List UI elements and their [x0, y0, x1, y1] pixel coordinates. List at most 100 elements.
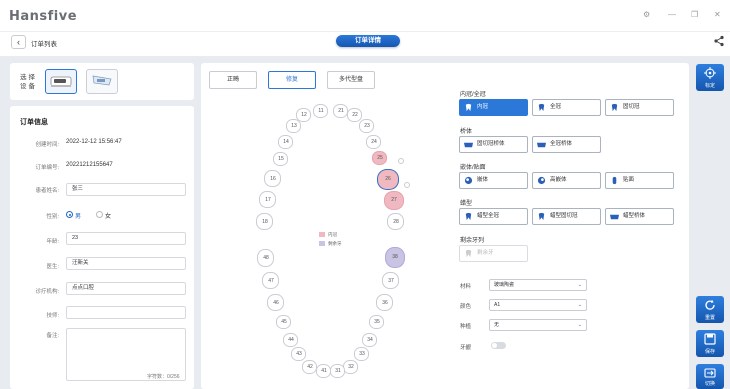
order-info-title: 订单信息 — [20, 119, 48, 126]
type-wax-bridge-button[interactable]: 蜡型桥体 — [605, 208, 674, 225]
implant-select[interactable]: 无 ⌄ — [489, 319, 587, 331]
tooth-17[interactable]: 17 — [259, 191, 276, 208]
tooth-14[interactable]: 14 — [278, 135, 293, 149]
type-veneer-button[interactable]: 贴面 — [605, 172, 674, 189]
tooth-icon — [465, 103, 472, 112]
save-button[interactable]: 保存 — [696, 330, 724, 357]
save-icon — [704, 333, 716, 345]
gum-toggle[interactable] — [491, 342, 506, 349]
tooth-44[interactable]: 44 — [283, 333, 298, 347]
bridge-icon — [464, 142, 473, 148]
mode-restoration-button[interactable]: 修复 — [268, 71, 316, 89]
target-icon — [704, 67, 716, 79]
tooth-31[interactable]: 31 — [330, 364, 345, 378]
type-inlay-button[interactable]: 嵌体 — [459, 172, 528, 189]
doctor-label: 医生: — [46, 264, 59, 270]
tooth-33[interactable]: 33 — [354, 347, 369, 361]
type-fixed-bridge-button[interactable]: 固切冠桥体 — [459, 136, 528, 153]
veneer-group-title: 嵌体/贴面 — [460, 165, 486, 171]
crown-group-title: 内冠/全冠 — [460, 92, 486, 98]
settings-icon[interactable]: ⚙ — [643, 11, 650, 19]
color-select[interactable]: A1 ⌄ — [489, 299, 587, 311]
type-wax-fixed-crown-button[interactable]: 蜡型固切冠 — [532, 208, 601, 225]
connector-dot[interactable] — [404, 182, 410, 188]
tooth-48[interactable]: 48 — [257, 249, 274, 267]
back-button[interactable]: ‹ — [11, 35, 26, 49]
back-label: 订单列表 — [31, 41, 57, 48]
created-value: 2022-12-12 15:56:47 — [66, 139, 122, 145]
switch-button[interactable]: 切换 — [696, 364, 724, 389]
scanner-alt-icon — [92, 75, 112, 86]
patient-name-input[interactable]: 张三 — [66, 183, 186, 196]
wax-icon — [465, 212, 472, 221]
implant-label: 种植 — [460, 324, 472, 330]
tooth-15[interactable]: 15 — [273, 152, 288, 166]
chevron-down-icon: ⌄ — [577, 302, 582, 308]
technician-input[interactable] — [66, 306, 186, 319]
tooth-16[interactable]: 16 — [264, 170, 281, 187]
tooth-46[interactable]: 46 — [267, 294, 284, 311]
type-full-crown-button[interactable]: 全冠 — [532, 99, 601, 116]
remain-group-title: 剩余牙列 — [460, 238, 485, 244]
tooth-11[interactable]: 11 — [313, 104, 328, 118]
title-bar — [0, 0, 730, 32]
tooth-26[interactable]: 26 — [377, 169, 399, 190]
type-full-bridge-button[interactable]: 全冠桥体 — [532, 136, 601, 153]
type-remaining-teeth-button[interactable]: 剩余牙 — [459, 245, 528, 262]
calibrate-button[interactable]: 标定 — [696, 64, 724, 91]
tooth-34[interactable]: 34 — [362, 333, 377, 347]
tooth-13[interactable]: 13 — [286, 119, 301, 133]
chevron-down-icon: ⌄ — [577, 322, 582, 328]
bridge-icon — [537, 142, 546, 148]
refresh-icon — [705, 299, 715, 310]
material-select[interactable]: 玻璃陶瓷 ⌄ — [489, 279, 587, 291]
mode-orthodontic-button[interactable]: 正畸 — [209, 71, 257, 89]
bridge-group-title: 桥体 — [460, 129, 473, 135]
type-onlay-button[interactable]: 高嵌体 — [532, 172, 601, 189]
connector-dot[interactable] — [398, 158, 404, 164]
tooth-24[interactable]: 24 — [366, 135, 381, 149]
tooth-37[interactable]: 37 — [382, 272, 399, 289]
tooth-36[interactable]: 36 — [376, 294, 393, 311]
close-icon[interactable]: ✕ — [714, 11, 721, 19]
gender-female-radio[interactable] — [96, 211, 103, 218]
tooth-23[interactable]: 23 — [359, 119, 374, 133]
gender-label: 性别: — [46, 214, 59, 220]
tooth-28[interactable]: 28 — [387, 213, 404, 230]
tooth-43[interactable]: 43 — [291, 347, 306, 361]
device-option-1[interactable] — [45, 69, 77, 94]
note-char-counter: 字符数：0/256 — [147, 374, 180, 380]
share-icon[interactable] — [713, 35, 725, 47]
wax-icon — [538, 212, 545, 221]
onlay-icon — [537, 176, 546, 185]
app-logo: Hansfive — [9, 9, 78, 24]
inlay-icon — [464, 176, 473, 185]
tooth-25[interactable]: 25 — [372, 151, 387, 165]
legend-remain-label: 剩余牙 — [328, 241, 342, 246]
restore-icon[interactable]: ❐ — [691, 11, 698, 19]
age-input[interactable]: 23 — [66, 232, 186, 245]
tooth-22[interactable]: 22 — [347, 108, 362, 122]
tooth-18[interactable]: 18 — [256, 213, 273, 230]
order-number-value: 20221212155647 — [66, 162, 113, 168]
device-label: 选择设备 — [20, 74, 37, 90]
device-option-2[interactable] — [86, 69, 118, 94]
type-wax-crown-button[interactable]: 蜡型全冠 — [459, 208, 528, 225]
mode-multi-die-button[interactable]: 多代型盘 — [327, 71, 375, 89]
note-label: 备注: — [46, 333, 59, 339]
patient-label: 患者姓名: — [35, 188, 59, 194]
type-inner-crown-button[interactable]: 内冠 — [459, 99, 528, 116]
tooth-45[interactable]: 45 — [276, 315, 291, 329]
gender-male-radio[interactable] — [66, 211, 73, 218]
created-label: 创建时间: — [35, 142, 59, 148]
type-fixed-crown-button[interactable]: 固切冠 — [605, 99, 674, 116]
reset-button[interactable]: 重置 — [696, 296, 724, 323]
tooth-35[interactable]: 35 — [369, 315, 384, 329]
tooth-27[interactable]: 27 — [384, 191, 404, 210]
tooth-icon — [465, 249, 472, 258]
minimize-icon[interactable]: — — [668, 11, 676, 19]
doctor-input[interactable]: 汪新关 — [66, 257, 186, 270]
tooth-38[interactable]: 38 — [385, 247, 405, 268]
tooth-47[interactable]: 47 — [262, 272, 279, 289]
clinic-input[interactable]: 点点口腔 — [66, 282, 186, 295]
